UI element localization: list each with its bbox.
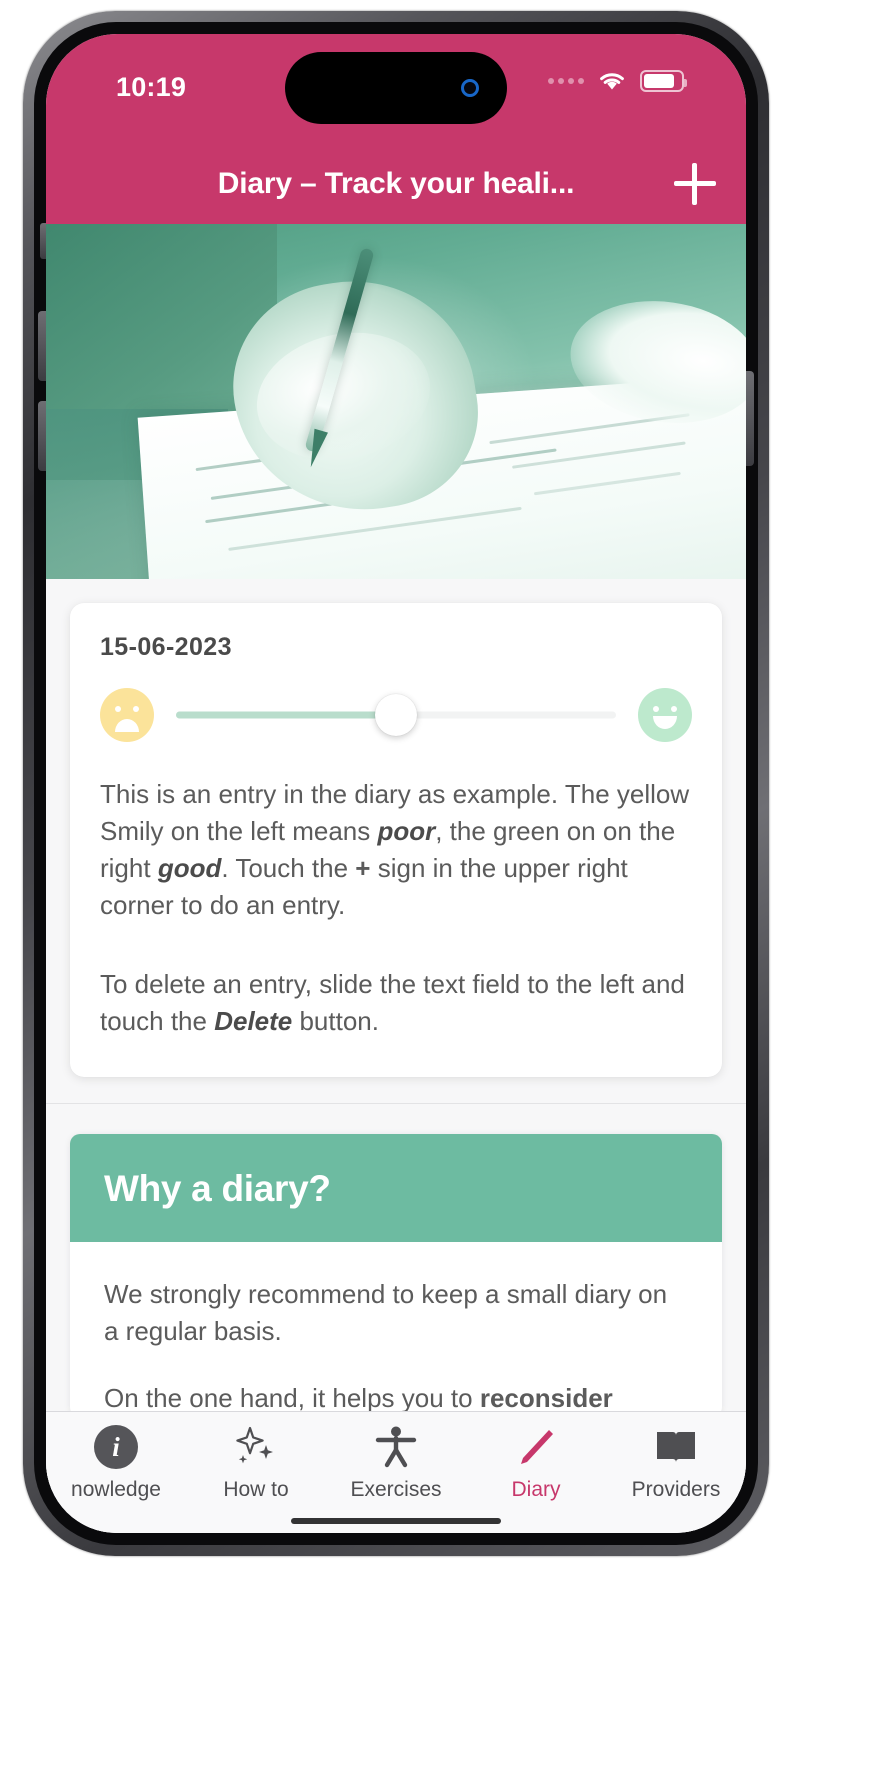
happy-smiley-icon (638, 688, 692, 742)
entry-date-label: 15-06-2023 (100, 633, 232, 661)
entry-p2-text-2: button. (292, 1005, 379, 1036)
open-book-icon (657, 1432, 695, 1462)
slider-fill (176, 711, 396, 719)
tab-bar: i nowledge How to Exercises Diary Provid… (46, 1411, 746, 1533)
slider-thumb[interactable] (375, 694, 417, 736)
status-bar: 10:19 (46, 34, 746, 144)
dynamic-island (285, 52, 507, 124)
tab-diary[interactable]: Diary (466, 1424, 606, 1502)
entry-p2-bold-delete: Delete (214, 1005, 293, 1036)
mood-slider-row (100, 688, 692, 742)
tab-exercises-label: Exercises (350, 1478, 442, 1501)
why-paragraph-1: We strongly recommend to keep a small di… (104, 1279, 668, 1347)
entry-p1-text-3: . Touch the (221, 852, 356, 883)
tab-how-to-label: How to (223, 1478, 289, 1501)
entry-p2-text-1: To delete an entry, slide the text field… (100, 968, 685, 1036)
navigation-bar: Diary – Track your heali... (46, 144, 746, 224)
section-divider (46, 1103, 746, 1105)
tab-how-to[interactable]: How to (186, 1424, 326, 1502)
phone-device-frame: 10:19 Diary – Track your heali... 15-06-… (23, 11, 769, 1556)
volume-up-button[interactable] (38, 311, 46, 381)
info-circle-icon: i (94, 1425, 138, 1469)
tab-providers-label: Providers (631, 1478, 721, 1501)
tab-knowledge-label: nowledge (71, 1478, 161, 1501)
volume-down-button[interactable] (38, 401, 46, 471)
battery-icon (640, 70, 687, 92)
why-p2-bold-reconsider: reconsider (479, 1383, 613, 1414)
entry-p1-plus-symbol: + (355, 852, 371, 883)
diary-entry-card[interactable]: 15-06-2023 This is an entry in the diary… (70, 603, 722, 1078)
cellular-dots-icon (548, 78, 584, 84)
why-p2-text-1: On the one hand, it helps you to (104, 1383, 480, 1414)
entry-p1-bold-good: good (157, 852, 222, 883)
why-a-diary-header: Why a diary? (70, 1134, 722, 1243)
phone-screen: 10:19 Diary – Track your heali... 15-06-… (46, 34, 746, 1533)
status-bar-clock: 10:19 (116, 72, 187, 102)
scroll-content[interactable]: 15-06-2023 This is an entry in the diary… (46, 224, 746, 1533)
entry-p1-bold-poor: poor (377, 815, 436, 846)
wifi-icon (600, 73, 624, 90)
home-indicator[interactable] (291, 1518, 501, 1524)
why-a-diary-card[interactable]: Why a diary? We strongly recommend to ke… (70, 1134, 722, 1418)
page-title: Diary – Track your heali... (217, 167, 575, 200)
front-camera-icon (461, 79, 479, 97)
why-a-diary-title: Why a diary? (104, 1168, 331, 1210)
add-entry-button[interactable] (674, 163, 716, 205)
sparkles-icon (236, 1426, 273, 1464)
entry-paragraph-1: This is an entry in the diary as example… (100, 776, 692, 924)
sad-smiley-icon (100, 688, 154, 742)
person-icon (375, 1426, 417, 1468)
mood-slider[interactable] (176, 693, 616, 737)
tab-knowledge[interactable]: i nowledge (46, 1424, 186, 1502)
entry-paragraph-2: To delete an entry, slide the text field… (100, 966, 692, 1040)
tab-diary-label: Diary (511, 1478, 561, 1501)
hero-image (46, 224, 746, 579)
tab-providers[interactable]: Providers (606, 1424, 746, 1502)
phone-bezel: 10:19 Diary – Track your heali... 15-06-… (34, 22, 758, 1545)
status-bar-indicators (548, 70, 687, 92)
power-button[interactable] (746, 371, 754, 466)
why-a-diary-body: We strongly recommend to keep a small di… (70, 1242, 722, 1417)
pencil-icon (521, 1430, 553, 1464)
tab-exercises[interactable]: Exercises (326, 1424, 466, 1502)
